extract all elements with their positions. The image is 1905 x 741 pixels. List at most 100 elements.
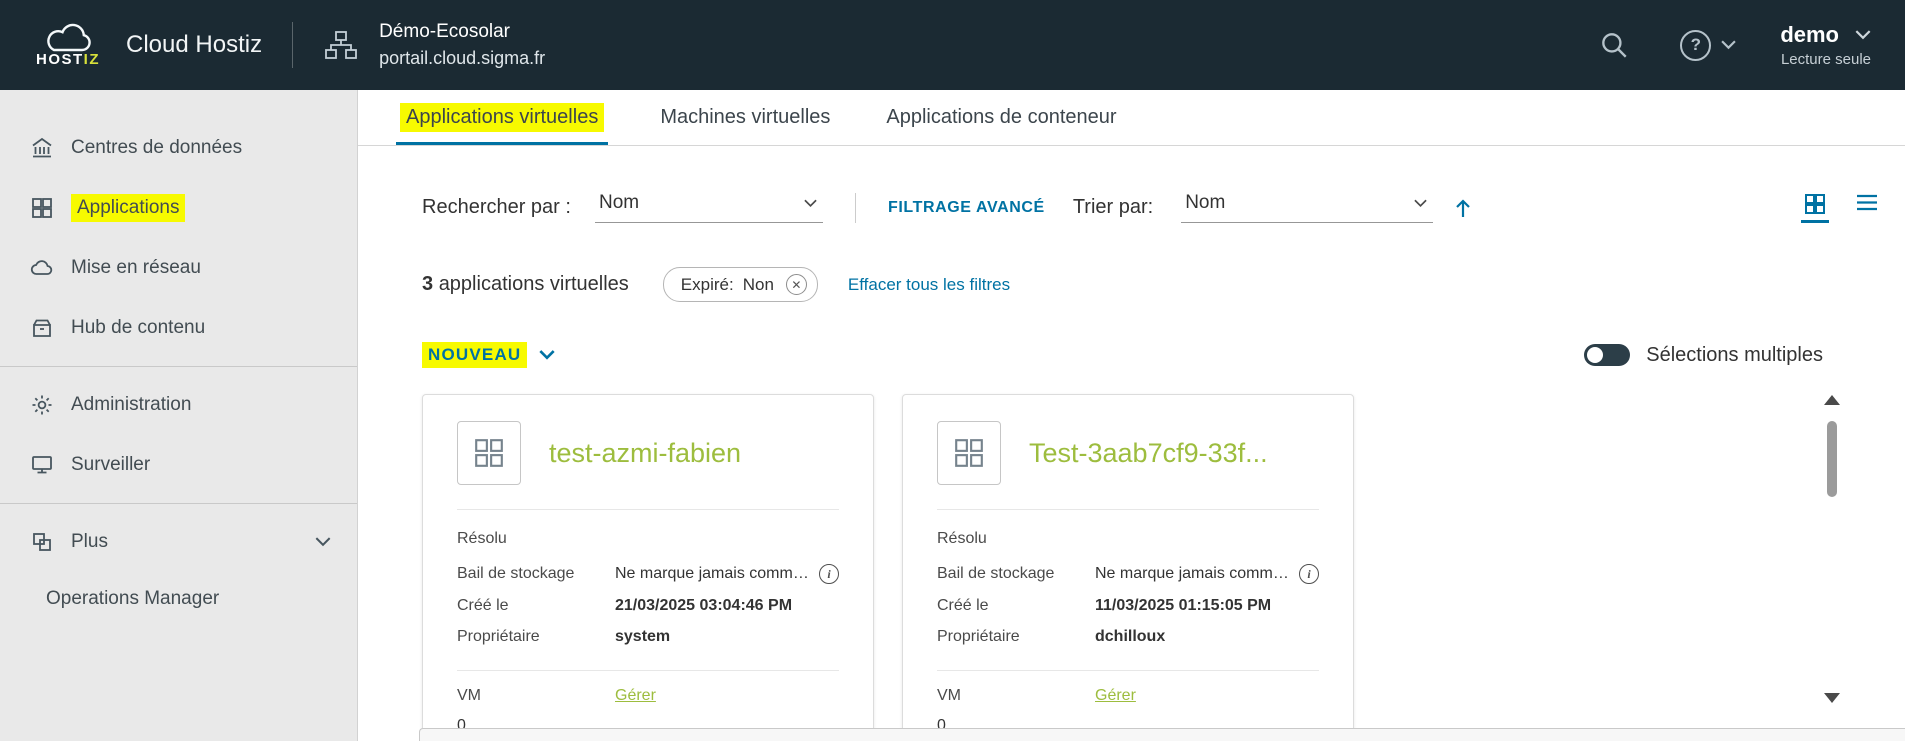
field-row: Bail de stockage Ne marque jamais comme … (937, 564, 1319, 584)
sort-by-label: Trier par: (1073, 196, 1153, 219)
field-value-text: system (615, 628, 670, 646)
top-bar: HOSTIZ Cloud Hostiz Démo-Ecosolar portai… (0, 0, 1905, 90)
logo-host-text: HOST (36, 51, 84, 68)
chevron-down-icon (1414, 199, 1427, 208)
sidebar-item-administration[interactable]: Administration (0, 375, 357, 435)
actions-row: NOUVEAU Sélections multiples (422, 342, 1905, 368)
content-area: Rechercher par : Nom FILTRAGE AVANCÉ Tri… (358, 146, 1905, 741)
vapp-status: Résolu (937, 530, 1319, 548)
field-row: Propriétaire dchilloux (937, 628, 1319, 646)
header-divider (292, 22, 293, 68)
field-label: Bail de stockage (937, 565, 1095, 583)
vapp-icon (937, 421, 1001, 485)
view-mode-group (1803, 192, 1879, 223)
vapp-title-link[interactable]: Test-3aab7cf9-33f... (1029, 438, 1268, 469)
scroll-up-icon[interactable] (1824, 395, 1840, 405)
tenant-switcher[interactable]: Démo-Ecosolar portail.cloud.sigma.fr (323, 21, 545, 69)
sidebar-item-centres-de-donnees[interactable]: Centres de données (0, 118, 357, 178)
vm-manage-link[interactable]: Gérer (1095, 687, 1136, 705)
hostiz-logo[interactable]: HOSTIZ (36, 22, 100, 68)
vapp-title-link[interactable]: test-azmi-fabien (549, 438, 741, 469)
user-access-mode: Lecture seule (1780, 51, 1871, 68)
sidebar-item-surveiller[interactable]: Surveiller (0, 435, 357, 495)
vapp-status: Résolu (457, 530, 839, 548)
result-count-label: applications virtuelles (439, 273, 629, 295)
search-sort-toolbar: Rechercher par : Nom FILTRAGE AVANCÉ Tri… (422, 192, 1905, 223)
vm-label: VM (937, 687, 1095, 705)
multi-select-toggle[interactable] (1584, 344, 1630, 366)
sidebar-item-label: Plus (71, 531, 108, 553)
tab-machines-virtuelles[interactable]: Machines virtuelles (656, 90, 834, 145)
sidebar-item-label: Surveiller (71, 454, 150, 476)
vapp-icon (457, 421, 521, 485)
filter-chip-label: Expiré: (681, 275, 734, 295)
field-label: Propriétaire (457, 628, 615, 646)
field-value: 11/03/2025 01:15:05 PM (1095, 597, 1319, 615)
result-count: 3 applications virtuelles (422, 273, 629, 296)
field-label: Propriétaire (937, 628, 1095, 646)
card-divider (457, 670, 839, 671)
card-divider (937, 509, 1319, 510)
vm-label: VM (457, 687, 615, 705)
content-hub-icon (30, 316, 54, 340)
scrollbar-thumb[interactable] (1827, 421, 1837, 497)
vm-manage-link[interactable]: Gérer (615, 687, 656, 705)
sidebar-item-operations-manager[interactable]: Operations Manager (0, 572, 357, 626)
app-window: HOSTIZ Cloud Hostiz Démo-Ecosolar portai… (0, 0, 1905, 741)
card-divider (937, 670, 1319, 671)
network-cloud-icon (30, 256, 54, 280)
sidebar-item-hub-de-contenu[interactable]: Hub de contenu (0, 298, 357, 358)
multi-select-control: Sélections multiples (1584, 344, 1823, 367)
vapp-fields: Bail de stockage Ne marque jamais comme … (937, 564, 1319, 646)
field-value: 21/03/2025 03:04:46 PM (615, 597, 839, 615)
sidebar: Centres de données Applications Mise en … (0, 90, 358, 741)
recent-tasks-panel-edge[interactable] (419, 728, 1905, 741)
sidebar-item-plus[interactable]: Plus (0, 512, 357, 572)
filter-summary-row: 3 applications virtuelles Expiré: Non ✕ … (422, 267, 1905, 302)
filter-chip-expire[interactable]: Expiré: Non ✕ (663, 267, 818, 302)
field-value-text: 11/03/2025 01:15:05 PM (1095, 597, 1271, 615)
grid-view-icon (1803, 192, 1827, 216)
sort-direction-button[interactable] (1453, 197, 1473, 219)
list-view-icon (1855, 192, 1879, 214)
help-icon: ? (1680, 30, 1711, 61)
sort-by-value: Nom (1185, 192, 1225, 214)
sidebar-item-mise-en-reseau[interactable]: Mise en réseau (0, 238, 357, 298)
list-view-button[interactable] (1855, 192, 1879, 221)
tab-applications-virtuelles[interactable]: Applications virtuelles (396, 90, 608, 145)
scroll-down-icon[interactable] (1824, 693, 1840, 703)
info-icon[interactable]: i (1299, 564, 1319, 584)
help-menu[interactable]: ? (1680, 30, 1736, 61)
content-scrollbar[interactable] (1823, 393, 1841, 705)
field-row: Créé le 21/03/2025 03:04:46 PM (457, 597, 839, 615)
sidebar-item-label: Hub de contenu (71, 317, 205, 339)
sidebar-item-label: Administration (71, 394, 191, 416)
new-button-label: NOUVEAU (422, 342, 527, 368)
search-by-select[interactable]: Nom (595, 192, 823, 223)
gear-icon (30, 393, 54, 417)
grid-view-button[interactable] (1803, 192, 1827, 223)
new-button[interactable]: NOUVEAU (422, 342, 555, 368)
more-icon (30, 530, 54, 554)
help-chevron-down-icon (1721, 40, 1736, 50)
field-value-text: Ne marque jamais comme a... (1095, 565, 1289, 583)
clear-filters-link[interactable]: Effacer tous les filtres (848, 275, 1010, 295)
field-row: Bail de stockage Ne marque jamais comme … (457, 564, 839, 584)
chip-close-icon[interactable]: ✕ (786, 274, 807, 295)
sidebar-divider (0, 503, 357, 504)
tab-applications-de-conteneur[interactable]: Applications de conteneur (882, 90, 1120, 145)
search-icon[interactable] (1598, 29, 1630, 61)
advanced-filter-button[interactable]: FILTRAGE AVANCÉ (888, 199, 1045, 217)
field-label: Créé le (457, 597, 615, 615)
hostiz-logo-word: HOSTIZ (36, 51, 100, 68)
search-by-value: Nom (599, 192, 639, 214)
brand-name: Cloud Hostiz (126, 31, 262, 59)
chevron-down-icon (315, 537, 331, 547)
user-name: demo (1780, 22, 1839, 48)
field-row: Créé le 11/03/2025 01:15:05 PM (937, 597, 1319, 615)
tab-label: Applications virtuelles (400, 103, 604, 132)
sort-by-select[interactable]: Nom (1181, 192, 1433, 223)
user-menu[interactable]: demo Lecture seule (1780, 22, 1871, 68)
info-icon[interactable]: i (819, 564, 839, 584)
sidebar-item-applications[interactable]: Applications (0, 178, 357, 238)
